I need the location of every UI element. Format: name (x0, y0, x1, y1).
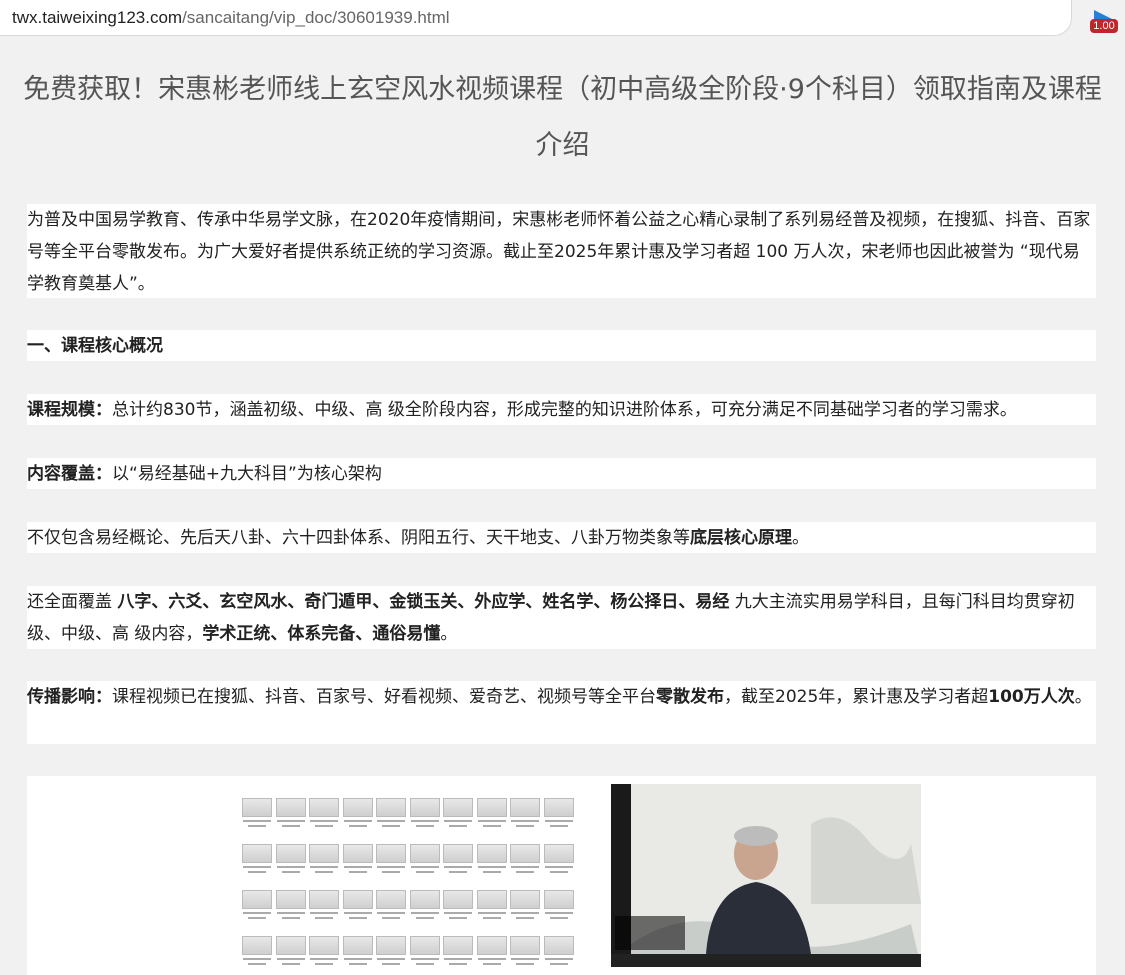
video-thumbnail (510, 890, 540, 923)
video-thumbnail (510, 844, 540, 877)
video-thumbnail (376, 890, 406, 923)
video-thumbnail (510, 798, 540, 831)
video-caption-overlay (615, 916, 685, 950)
video-thumbnail (409, 890, 440, 923)
subjects-bold2: 学术正统、体系完备、通俗易懂 (202, 624, 441, 644)
coverage-paragraph: 内容覆盖：以“易经基础+九大科目”为核心架构 (27, 458, 1096, 489)
principles-end: 。 (792, 528, 809, 548)
course-scale-paragraph: 课程规模：总计约830节，涵盖初级、中级、高 级全阶段内容，形成完整的知识进阶体… (27, 394, 1096, 425)
video-thumbnail (409, 798, 440, 831)
video-thumbnail (443, 798, 473, 831)
impact-text: 课程视频已在搜狐、抖音、百家号、好看视频、爱奇艺、视频号等全平台 (112, 687, 656, 707)
video-thumbnail (242, 890, 272, 923)
address-bar[interactable]: twx.taiweixing123.com/sancaitang/vip_doc… (0, 0, 1072, 36)
scale-text: 总计约830节，涵盖初级、中级、高 级全阶段内容，形成完整的知识进阶体系，可充分… (112, 400, 1017, 420)
video-thumbnail (309, 798, 339, 831)
intro-text: 为普及中国易学教育、传承中华易学文脉，在2020年疫情期间，宋惠彬老师怀着公益之… (27, 210, 1091, 294)
video-thumbnail (543, 890, 574, 923)
video-thumbnail (275, 844, 306, 877)
video-thumbnail (543, 798, 574, 831)
subjects-end: 。 (440, 624, 458, 644)
video-thumbnail (543, 844, 574, 877)
video-control-bar[interactable] (611, 954, 921, 967)
video-thumbnail (342, 844, 373, 877)
video-thumbnail (376, 844, 406, 877)
video-thumbnail (309, 890, 339, 923)
video-thumbnail (242, 936, 272, 969)
principles-text: 不仅包含易经概论、先后天八卦、六十四卦体系、阴阳五行、天干地支、八卦万物类象等 (27, 528, 690, 548)
url-text[interactable]: twx.taiweixing123.com/sancaitang/vip_doc… (12, 8, 450, 28)
image-strip (27, 776, 1096, 975)
video-thumbnail (242, 798, 272, 831)
video-thumbnail (376, 936, 406, 969)
section-heading: 一、课程核心概况 (27, 330, 1096, 361)
video-thumbnail (443, 936, 473, 969)
principles-paragraph: 不仅包含易经概论、先后天八卦、六十四卦体系、阴阳五行、天干地支、八卦万物类象等底… (27, 522, 1096, 553)
intro-paragraph: 为普及中国易学教育、传承中华易学文脉，在2020年疫情期间，宋惠彬老师怀着公益之… (27, 204, 1096, 298)
video-thumbnail (409, 844, 440, 877)
impact-end: 。 (1074, 687, 1092, 707)
section1-heading: 一、课程核心概况 (27, 336, 163, 356)
video-thumbnail (309, 844, 339, 877)
coverage-text: 以“易经基础+九大科目”为核心架构 (112, 464, 382, 484)
video-thumbnail (376, 798, 406, 831)
coverage-label: 内容覆盖： (27, 464, 112, 484)
video-thumbnail (342, 936, 373, 969)
video-thumbnail (275, 798, 306, 831)
video-thumbnail (342, 890, 373, 923)
video-thumbnail (476, 844, 507, 877)
principles-bold: 底层核心原理 (690, 528, 792, 548)
video-thumbnail (342, 798, 373, 831)
video-thumbnail (476, 890, 507, 923)
impact-text2: ，截至2025年，累计惠及学习者超 (724, 687, 989, 707)
video-file-grid-image (242, 798, 574, 973)
page-title: 免费获取！宋惠彬老师线上玄空风水视频课程（初中高级全阶段·9个科目）领取指南及课… (23, 74, 1102, 161)
impact-bold: 零散发布 (656, 687, 724, 707)
extension-badge: 1.00 (1090, 19, 1118, 33)
video-thumbnail (275, 890, 306, 923)
video-thumbnail (543, 936, 574, 969)
url-host: twx.taiweixing123.com (12, 8, 183, 27)
scale-label: 课程规模： (27, 400, 112, 420)
video-thumbnail (476, 798, 507, 831)
video-thumbnail (275, 936, 306, 969)
impact-bold2: 100万人次 (988, 687, 1075, 707)
video-thumbnail (476, 936, 507, 969)
video-thumbnail (309, 936, 339, 969)
video-thumbnail (443, 844, 473, 877)
video-thumbnail (510, 936, 540, 969)
lecture-video-image (611, 784, 921, 967)
impact-paragraph: 传播影响：课程视频已在搜狐、抖音、百家号、好看视频、爱奇艺、视频号等全平台零散发… (27, 681, 1096, 744)
url-path: /sancaitang/vip_doc/30601939.html (182, 8, 450, 27)
video-thumbnail (242, 844, 272, 877)
video-thumbnail (409, 936, 440, 969)
impact-label: 传播影响： (27, 687, 112, 707)
subjects-paragraph: 还全面覆盖 八字、六爻、玄空风水、奇门遁甲、金锁玉关、外应学、姓名学、杨公择日、… (27, 586, 1096, 649)
subjects-prefix: 还全面覆盖 (27, 592, 118, 612)
video-thumbnail (443, 890, 473, 923)
subjects-bold: 八字、六爻、玄空风水、奇门遁甲、金锁玉关、外应学、姓名学、杨公择日、易经 (117, 592, 730, 612)
